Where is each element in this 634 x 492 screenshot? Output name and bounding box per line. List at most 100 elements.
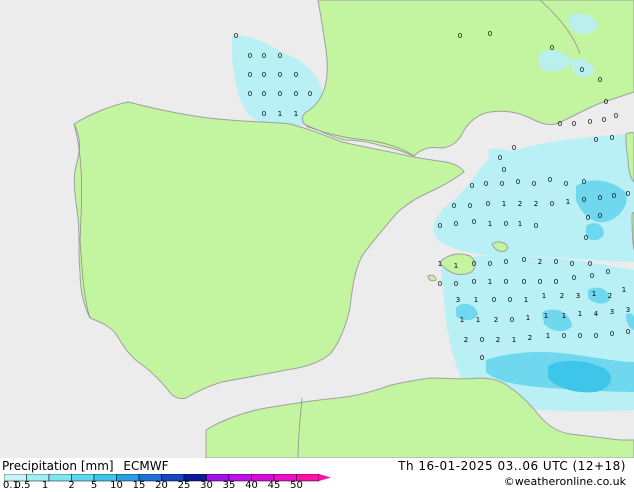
precip-value-label: 0 — [572, 274, 576, 282]
precip-value-label: 0 — [594, 136, 598, 144]
precip-value-label: 0 — [308, 90, 312, 98]
precip-value-label: 0 — [486, 200, 490, 208]
precip-value-label: 0 — [588, 118, 592, 126]
precip-value-label: 0 — [572, 120, 576, 128]
precip-value-label: 0 — [582, 196, 586, 204]
precip-value-label: 0 — [484, 180, 488, 188]
precip-value-label: 0 — [570, 260, 574, 268]
precipitation-map: 0 0 0 0 0 0 0 0 0 0 0 0 0 1 0 1 0 0 0 0 0 0 0 0 0 0 0 0 0 0 0 0 0 0 0 0 0 0 0 0… — [0, 0, 634, 458]
precip-value-label: 0 — [472, 218, 476, 226]
precip-value-label: 0 — [554, 278, 558, 286]
precip-value-label: 0 — [504, 220, 508, 228]
precip-value-label: 1 — [526, 314, 530, 322]
precip-value-label: 0 — [278, 71, 282, 79]
legend-ticks: 0.1 0.5 1 2 5 10 15 20 25 30 35 40 45 50 — [0, 480, 634, 492]
precip-value-label: 0 — [586, 214, 590, 222]
valid-time: Th 16-01-2025 03..06 UTC (12+18) — [398, 459, 626, 473]
precip-value-label: 3 — [626, 306, 630, 314]
precip-value-label: 0 — [498, 154, 502, 162]
precip-value-label: 0 — [454, 280, 458, 288]
precip-value-label: 0 — [564, 180, 568, 188]
precip-value-label: 1 — [512, 336, 516, 344]
legend-tick-label: 45 — [267, 480, 281, 491]
precip-value-label: 0 — [510, 316, 514, 324]
precip-value-label: 0 — [626, 328, 630, 336]
precip-value-label: 0 — [248, 71, 252, 79]
precip-value-label: 0 — [504, 258, 508, 266]
precip-value-label: 0 — [610, 134, 614, 142]
precip-value-label: 1 — [294, 110, 298, 118]
legend-tick-label: 10 — [110, 480, 123, 491]
precip-value-label: 0 — [554, 258, 558, 266]
precip-value-label: 0 — [472, 278, 476, 286]
precip-value-label: 0 — [590, 272, 594, 280]
precip-value-label: 1 — [622, 286, 626, 294]
precip-value-label: 0 — [262, 110, 266, 118]
legend-tick-label: 50 — [290, 480, 303, 491]
precip-value-label: 0 — [612, 192, 616, 200]
precip-value-label: 1 — [578, 310, 582, 318]
legend-tick-label: 40 — [245, 480, 258, 491]
precip-value-label: 0 — [604, 98, 608, 106]
precip-value-label: 3 — [576, 292, 580, 300]
precip-value-label: 1 — [542, 292, 546, 300]
precip-value-label: 0 — [454, 220, 458, 228]
precip-value-label: 4 — [594, 310, 599, 318]
precip-value-label: 1 — [438, 260, 442, 268]
legend-tick-label: 30 — [200, 480, 213, 491]
precip-value-label: 0 — [516, 178, 520, 186]
precip-value-label: 0 — [480, 336, 484, 344]
legend-tick-label: 0.5 — [14, 480, 31, 491]
precip-value-label: 0 — [512, 144, 516, 152]
model-name: ECMWF — [123, 459, 169, 473]
precip-value-label: 0 — [468, 202, 472, 210]
precip-value-label: 0 — [558, 120, 562, 128]
precip-value-label: 1 — [454, 262, 458, 270]
precip-value-label: 2 — [496, 336, 500, 344]
precip-value-label: 2 — [608, 292, 612, 300]
precip-value-label: 0 — [548, 176, 552, 184]
legend-tick-label: 35 — [222, 480, 236, 491]
precip-value-label: 0 — [492, 296, 496, 304]
precip-value-label: 0 — [472, 260, 476, 268]
precip-value-label: 1 — [502, 200, 506, 208]
precip-value-label: 0 — [606, 268, 610, 276]
precip-value-label: 0 — [534, 222, 538, 230]
precip-value-label: 1 — [592, 290, 596, 298]
precip-value-label: 1 — [488, 220, 492, 228]
precip-value-label: 0 — [470, 182, 474, 190]
precip-value-label: 0 — [438, 280, 442, 288]
map-title: Precipitation [mm] — [2, 459, 114, 473]
precip-value-label: 1 — [278, 110, 282, 118]
precip-value-label: 0 — [614, 112, 618, 120]
precip-value-label: 2 — [560, 292, 564, 300]
precip-value-label: 0 — [522, 256, 526, 264]
precip-value-label: 0 — [294, 90, 298, 98]
precip-value-label: 1 — [518, 220, 522, 228]
precip-value-label: 0 — [598, 76, 602, 84]
precip-value-label: 1 — [544, 312, 548, 320]
precip-value-label: 0 — [452, 202, 456, 210]
precip-value-label: 1 — [566, 198, 570, 206]
precip-value-label: 0 — [538, 278, 542, 286]
precip-value-label: 0 — [582, 178, 586, 186]
precip-value-label: 0 — [262, 90, 266, 98]
precip-value-label: 0 — [588, 260, 592, 268]
precip-value-label: 1 — [474, 296, 478, 304]
precip-value-label: 0 — [504, 278, 508, 286]
precip-value-label: 0 — [562, 332, 566, 340]
precip-value-label: 1 — [562, 312, 566, 320]
precip-value-label: 3 — [610, 308, 614, 316]
precip-value-label: 0 — [578, 332, 582, 340]
precip-value-label: 0 — [248, 90, 252, 98]
precip-value-label: 0 — [438, 222, 442, 230]
precip-value-label: 2 — [464, 336, 468, 344]
map-title-row: Precipitation [mm] ECMWF — [2, 459, 168, 473]
precip-value-label: 1 — [546, 332, 550, 340]
precip-value-label: 1 — [460, 316, 464, 324]
precip-value-label: 0 — [248, 52, 252, 60]
precip-value-label: 0 — [294, 71, 298, 79]
precip-value-label: 0 — [610, 330, 614, 338]
precip-value-label: 0 — [580, 66, 584, 74]
precip-value-label: 0 — [234, 32, 238, 40]
